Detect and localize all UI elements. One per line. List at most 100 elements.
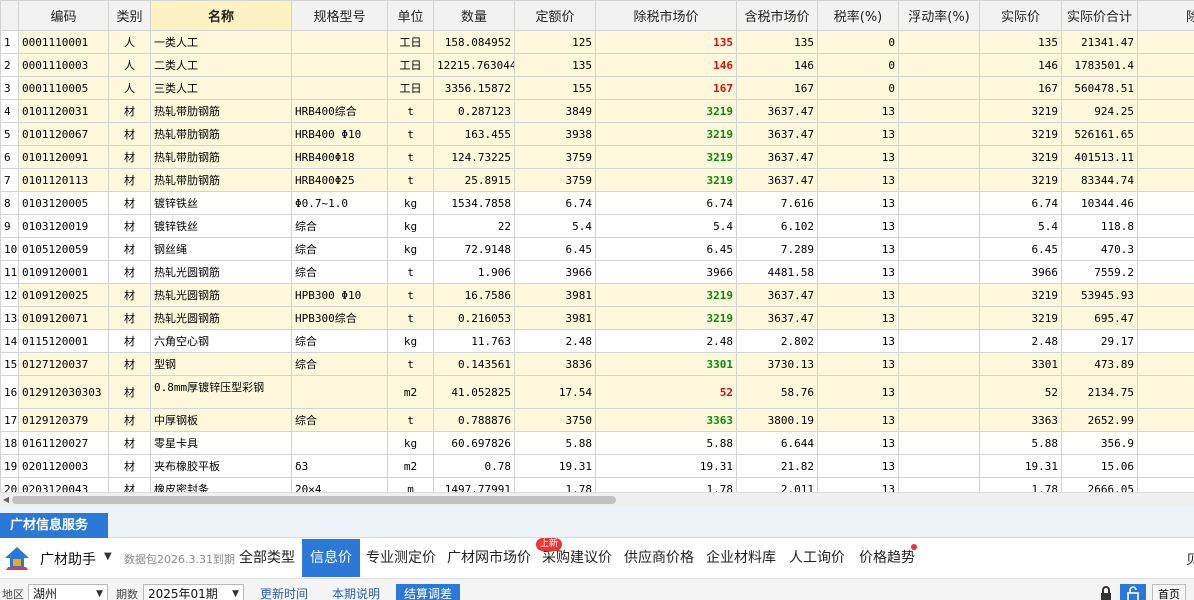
tax-rate-cell[interactable]: 13	[817, 214, 899, 238]
quota-price-col-header[interactable]: 定额价	[514, 0, 596, 31]
excl-tax-cell[interactable]	[1137, 168, 1194, 192]
tax-price-cell[interactable]: 7.616	[736, 191, 818, 215]
excl-tax-cell[interactable]	[1137, 122, 1194, 146]
unit-cell[interactable]: kg	[387, 431, 434, 455]
tax-rate-cell[interactable]: 13	[817, 477, 899, 492]
row-index[interactable]: 8	[0, 191, 19, 215]
tax-price-cell[interactable]: 58.76	[736, 375, 818, 409]
unit-cell[interactable]: t	[387, 168, 434, 192]
tax-price-cell[interactable]: 3637.47	[736, 145, 818, 169]
tax-price-cell[interactable]: 3637.47	[736, 168, 818, 192]
market-price-cell[interactable]: 3219	[595, 145, 737, 169]
code-col-header[interactable]: 编码	[18, 0, 109, 31]
spec-cell[interactable]: 20×4	[291, 477, 388, 492]
tax-price-cell[interactable]: 2.011	[736, 477, 818, 492]
name-cell[interactable]: 钢丝绳	[150, 237, 292, 261]
quantity-cell[interactable]: 12215.763044	[433, 53, 515, 77]
excl-tax-cell[interactable]	[1137, 352, 1194, 376]
category-cell[interactable]: 材	[108, 329, 151, 353]
actual-total-cell[interactable]: 7559.2	[1061, 260, 1138, 284]
quantity-cell[interactable]: 22	[433, 214, 515, 238]
actual-price-cell[interactable]: 135	[979, 30, 1062, 54]
table-row[interactable]: 12 0109120025 材热轧光圆钢筋 HPB300 Φ10 t 16.7586 398…	[0, 283, 1194, 307]
name-cell[interactable]: 镀锌铁丝	[150, 191, 292, 215]
tab-market-price[interactable]: 广材网市场价	[439, 539, 539, 577]
unit-cell[interactable]: t	[387, 352, 434, 376]
name-cell[interactable]: 热轧光圆钢筋	[150, 283, 292, 307]
row-index[interactable]: 10	[0, 237, 19, 261]
tax-price-cell[interactable]: 6.644	[736, 431, 818, 455]
quota-price-cell[interactable]: 135	[514, 53, 596, 77]
code-cell[interactable]: 0109120071	[18, 306, 109, 330]
unit-cell[interactable]: t	[387, 122, 434, 146]
tax-rate-cell[interactable]: 0	[817, 76, 899, 100]
market-price-cell[interactable]: 3363	[595, 408, 737, 432]
quota-price-cell[interactable]: 2.48	[514, 329, 596, 353]
row-index[interactable]: 20	[0, 477, 19, 492]
quantity-cell[interactable]: 72.9148	[433, 237, 515, 261]
market-price-cell[interactable]: 52	[595, 375, 737, 409]
float-rate-cell[interactable]	[898, 237, 980, 261]
excl-tax-cell[interactable]	[1137, 306, 1194, 330]
code-cell[interactable]: 0203120043	[18, 477, 109, 492]
row-index[interactable]: 16	[0, 375, 19, 409]
name-cell[interactable]: 镀锌铁丝	[150, 214, 292, 238]
row-index[interactable]: 17	[0, 408, 19, 432]
unit-cell[interactable]: t	[387, 283, 434, 307]
chevron-down-icon[interactable]: ▼	[104, 551, 112, 562]
spec-col-header[interactable]: 规格型号	[291, 0, 388, 31]
market-price-cell[interactable]: 3219	[595, 99, 737, 123]
tax-price-cell[interactable]: 7.289	[736, 237, 818, 261]
code-cell[interactable]: 0109120025	[18, 283, 109, 307]
excl-tax-cell[interactable]	[1137, 145, 1194, 169]
tax-price-cell[interactable]: 6.102	[736, 214, 818, 238]
unlock-icon[interactable]	[1120, 584, 1146, 600]
tab-labor-inquiry[interactable]: 人工询价	[781, 539, 853, 577]
float-rate-cell[interactable]	[898, 191, 980, 215]
code-cell[interactable]: 0201120003	[18, 454, 109, 478]
excl-tax-cell[interactable]	[1137, 260, 1194, 284]
table-row[interactable]: 8 0103120005 材镀锌铁丝 Φ0.7~1.0 kg 1534.7858 6.74 6…	[0, 191, 1194, 215]
market-price-cell[interactable]: 167	[595, 76, 737, 100]
quota-price-cell[interactable]: 6.74	[514, 191, 596, 215]
row-index[interactable]: 14	[0, 329, 19, 353]
quantity-col-header[interactable]: 数量	[433, 0, 515, 31]
category-cell[interactable]: 材	[108, 306, 151, 330]
float-rate-cell[interactable]	[898, 99, 980, 123]
table-row[interactable]: 11 0109120001 材热轧光圆钢筋 综合 t 1.906 3966 3966 4481.…	[0, 260, 1194, 284]
excl-tax-cell[interactable]	[1137, 454, 1194, 478]
quantity-cell[interactable]: 0.143561	[433, 352, 515, 376]
excl-tax-cell[interactable]	[1137, 283, 1194, 307]
row-index[interactable]: 18	[0, 431, 19, 455]
actual-total-cell[interactable]: 560478.51	[1061, 76, 1138, 100]
quantity-cell[interactable]: 1.906	[433, 260, 515, 284]
actual-price-cell[interactable]: 3301	[979, 352, 1062, 376]
actual-total-cell[interactable]: 2666.05	[1061, 477, 1138, 492]
actual-total-cell[interactable]: 356.9	[1061, 431, 1138, 455]
quota-price-cell[interactable]: 1.78	[514, 477, 596, 492]
category-cell[interactable]: 材	[108, 260, 151, 284]
quota-price-cell[interactable]: 3966	[514, 260, 596, 284]
code-cell[interactable]: 0001110003	[18, 53, 109, 77]
tax-rate-cell[interactable]: 13	[817, 352, 899, 376]
market-price-cell[interactable]: 3219	[595, 122, 737, 146]
market-price-cell[interactable]: 3966	[595, 260, 737, 284]
quota-price-cell[interactable]: 155	[514, 76, 596, 100]
quota-price-cell[interactable]: 125	[514, 30, 596, 54]
unit-cell[interactable]: t	[387, 408, 434, 432]
unit-cell[interactable]: t	[387, 306, 434, 330]
code-cell[interactable]: 0129120379	[18, 408, 109, 432]
row-index[interactable]: 6	[0, 145, 19, 169]
quota-price-cell[interactable]: 6.45	[514, 237, 596, 261]
spec-cell[interactable]: HRB400Φ18	[291, 145, 388, 169]
float-rate-col-header[interactable]: 浮动率(%)	[898, 0, 980, 31]
category-cell[interactable]: 材	[108, 375, 151, 409]
code-cell[interactable]: 0103120019	[18, 214, 109, 238]
table-row[interactable]: 10 0105120059 材钢丝绳 综合 kg 72.9148 6.45 6.45 7.289…	[0, 237, 1194, 261]
code-cell[interactable]: 0161120027	[18, 431, 109, 455]
table-row[interactable]: 5 0101120067 材热轧带肋钢筋 HRB400 Φ10 t 163.455 3938…	[0, 122, 1194, 146]
code-cell[interactable]: 0109120001	[18, 260, 109, 284]
unit-cell[interactable]: m2	[387, 375, 434, 409]
region-select[interactable]: 湖州 ▼	[28, 584, 108, 600]
scrollbar-thumb[interactable]	[12, 496, 616, 504]
